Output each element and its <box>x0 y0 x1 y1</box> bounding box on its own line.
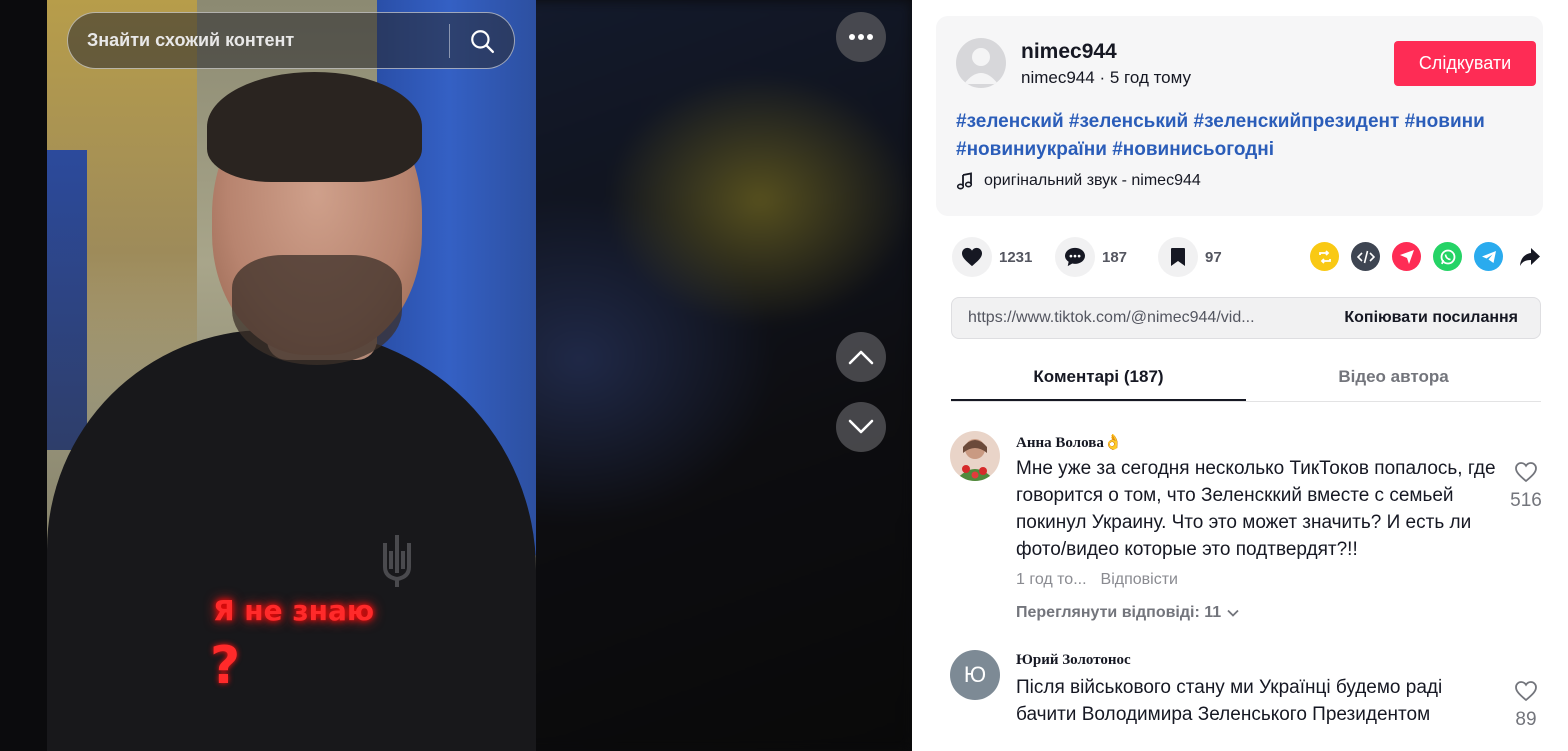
comment-text: Після військового стану ми Українці буде… <box>1016 677 1443 725</box>
chevron-up-icon <box>848 350 874 365</box>
hashtag-link[interactable]: #новини <box>1405 111 1485 132</box>
search-input[interactable] <box>68 30 449 51</box>
music-note-icon <box>956 172 973 190</box>
video-stage: Я не знаю ? <box>0 0 912 751</box>
follow-button[interactable]: Слідкувати <box>1394 41 1536 86</box>
video-caption-text: Я не знаю <box>213 594 375 627</box>
comment-like-count: 516 <box>1510 490 1542 511</box>
comment-bubble-icon <box>1065 247 1085 267</box>
hashtags: #зеленский #зеленський #зеленскийпрезиде… <box>956 108 1536 164</box>
chevron-down-icon <box>848 419 874 434</box>
action-bar: 1231 187 97 <box>952 236 1261 278</box>
video-info-card: nimec944 nimec944 · 5 год тому Слідкуват… <box>936 16 1543 216</box>
commenter-avatar-letter: Ю <box>963 662 987 687</box>
share-arrow-icon[interactable] <box>1515 242 1544 271</box>
comment-author[interactable]: Анна Волова👌 <box>1016 433 1123 452</box>
embed-icon[interactable] <box>1351 242 1380 271</box>
hashtag-link[interactable]: #зеленський <box>1069 111 1188 132</box>
app-root: Я не знаю ? Знайти схожий контент nimec9… <box>0 0 1568 751</box>
comment-like-count: 89 <box>1515 709 1537 730</box>
meta-separator: · <box>1099 68 1106 87</box>
repost-icon[interactable] <box>1310 242 1339 271</box>
more-options-button[interactable] <box>836 12 886 62</box>
music-link[interactable]: оригінальний звук - nimec944 <box>956 172 1201 190</box>
hashtag-link[interactable]: #зеленский <box>956 111 1064 132</box>
hashtag-link[interactable]: #новиниукраїни <box>956 139 1107 160</box>
tab-comments[interactable]: Коментарі (187) <box>951 354 1246 401</box>
comment-text: Мне уже за сегодня несколько ТикТоков по… <box>1016 458 1496 560</box>
reply-button[interactable]: Відповісти <box>1101 571 1178 589</box>
whatsapp-icon[interactable] <box>1433 242 1462 271</box>
comment-author[interactable]: Юрий Золотонос <box>1016 652 1131 669</box>
save-count: 97 <box>1205 248 1222 266</box>
send-icon[interactable] <box>1392 242 1421 271</box>
video-caption-question-mark: ? <box>210 636 241 696</box>
post-time: 5 год тому <box>1109 68 1192 87</box>
more-dots-icon <box>849 34 873 40</box>
share-row <box>1310 242 1544 271</box>
details-panel: nimec944 nimec944 · 5 год тому Слідкуват… <box>912 0 1568 751</box>
telegram-icon[interactable] <box>1474 242 1503 271</box>
search-icon <box>471 29 495 53</box>
comment-count: 187 <box>1102 248 1128 266</box>
save-button[interactable]: 97 <box>1158 237 1241 277</box>
commenter-avatar[interactable] <box>950 431 1000 481</box>
hashtag-link[interactable]: #новинисьогодні <box>1112 139 1274 160</box>
trident-emblem-icon <box>379 533 415 599</box>
video-url: https://www.tiktok.com/@nimec944/vid... <box>968 309 1255 326</box>
comment-meta: 1 год то... Відповісти <box>1016 571 1178 589</box>
view-replies-button[interactable]: Переглянути відповіді: 11 <box>1016 604 1239 622</box>
author-handle[interactable]: nimec944 <box>1021 68 1095 87</box>
hashtag-link[interactable]: #зеленскийпрезидент <box>1194 111 1400 132</box>
author-meta: nimec944 · 5 год тому <box>1021 68 1191 88</box>
default-avatar-icon <box>964 48 998 84</box>
search-button[interactable] <box>450 13 514 68</box>
comment-like-button[interactable]: 89 <box>1506 680 1546 731</box>
comment-item: Ю Юрий Золотонос Після військового стану… <box>950 650 1550 751</box>
flag-blue-left-backdrop <box>47 150 87 450</box>
comment-like-button[interactable]: 516 <box>1506 461 1546 512</box>
view-replies-label: Переглянути відповіді: 11 <box>1016 604 1222 621</box>
music-label: оригінальний звук - nimec944 <box>984 172 1201 189</box>
like-button[interactable]: 1231 <box>952 237 1035 277</box>
panel-tabs: Коментарі (187) Відео автора <box>951 354 1541 402</box>
copy-link-button[interactable]: Копіювати посилання <box>1328 309 1540 327</box>
commenter-avatar[interactable]: Ю <box>950 650 1000 700</box>
previous-video-button[interactable] <box>836 332 886 382</box>
bookmark-icon <box>1171 248 1185 266</box>
heart-outline-icon <box>1515 681 1537 702</box>
speaker-hair <box>207 72 422 182</box>
comment-time: 1 год то... <box>1016 571 1087 588</box>
speaker-beard <box>232 255 402 365</box>
copy-link-box: https://www.tiktok.com/@nimec944/vid... … <box>951 297 1541 339</box>
heart-icon <box>962 247 982 267</box>
next-video-button[interactable] <box>836 402 886 452</box>
comment-item: Анна Волова👌 Мне уже за сегодня нескольк… <box>950 431 1550 641</box>
author-username[interactable]: nimec944 <box>1021 40 1117 64</box>
comment-button[interactable]: 187 <box>1055 237 1138 277</box>
chevron-down-icon <box>1227 609 1239 617</box>
search-bar <box>67 12 515 69</box>
video-player[interactable]: Я не знаю ? <box>47 0 536 751</box>
tab-creator-videos[interactable]: Відео автора <box>1246 354 1541 401</box>
author-avatar[interactable] <box>956 38 1006 88</box>
heart-outline-icon <box>1515 462 1537 483</box>
like-count: 1231 <box>999 248 1033 266</box>
